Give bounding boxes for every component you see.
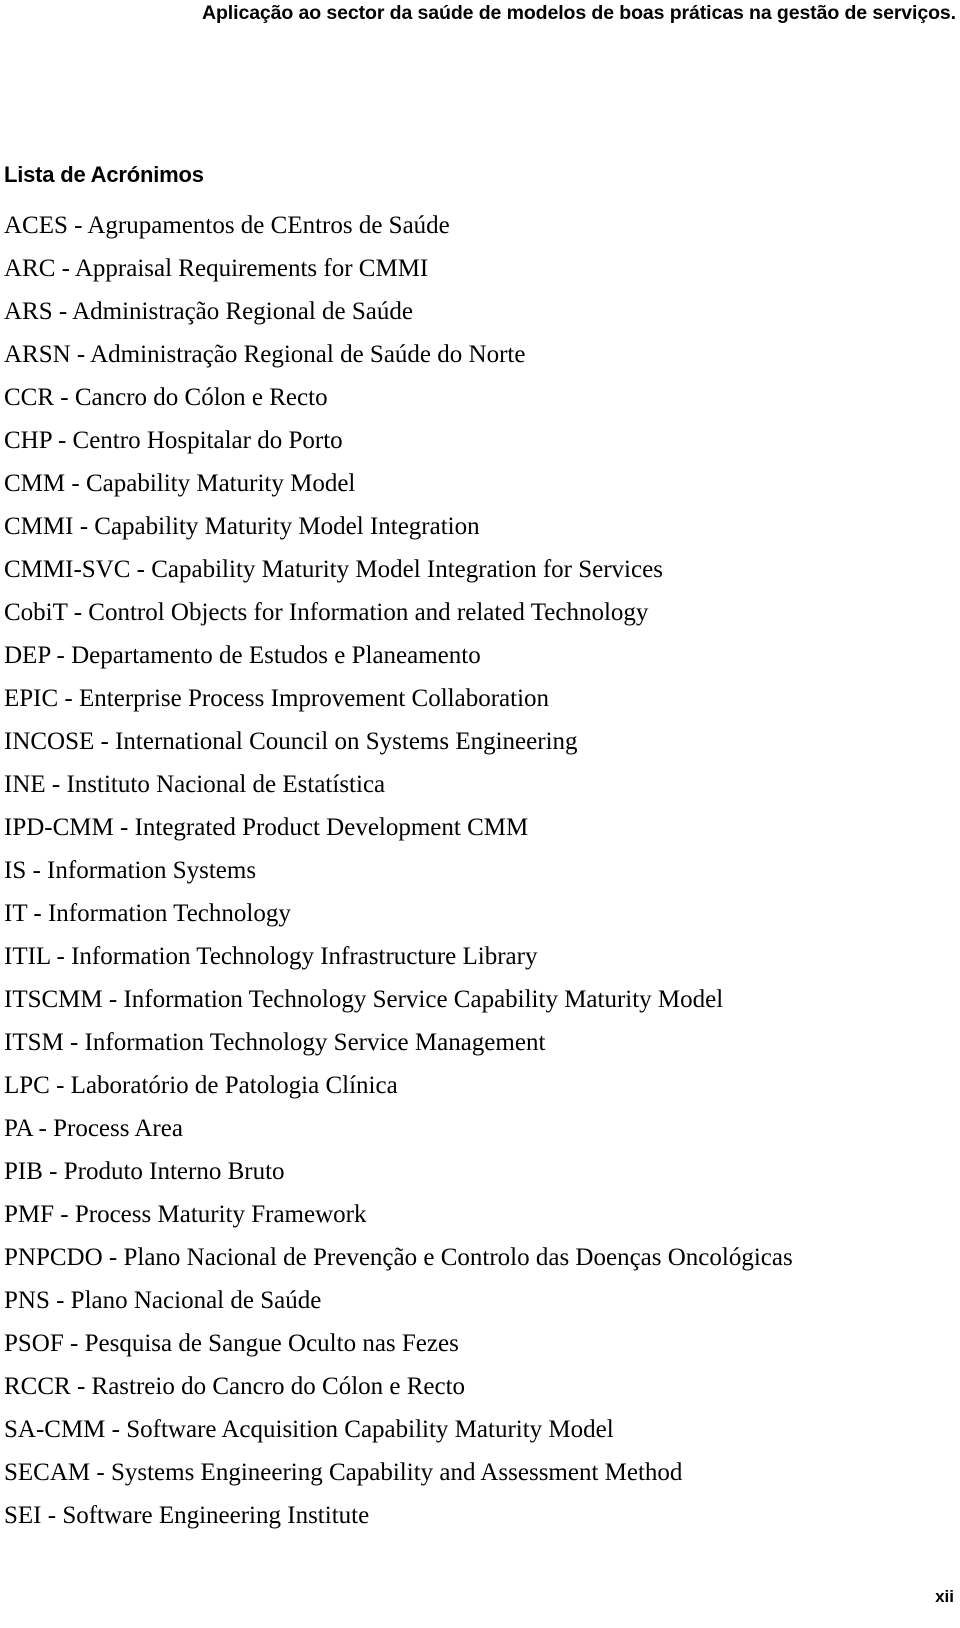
list-item: CCR - Cancro do Cólon e Recto bbox=[4, 384, 328, 411]
page-content: Lista de Acrónimos ACES - Agrupamentos d… bbox=[4, 160, 956, 1537]
list-item: ITSCMM - Information Technology Service … bbox=[4, 986, 724, 1013]
acronym-list: ACES - Agrupamentos de CEntros de Saúde … bbox=[4, 204, 956, 1537]
list-item: RCCR - Rastreio do Cancro do Cólon e Rec… bbox=[4, 1373, 466, 1400]
list-item: CobiT - Control Objects for Information … bbox=[4, 599, 649, 626]
list-item: PSOF - Pesquisa de Sangue Oculto nas Fez… bbox=[4, 1330, 459, 1357]
list-item: PA - Process Area bbox=[4, 1115, 183, 1142]
list-item: ARC - Appraisal Requirements for CMMI bbox=[4, 255, 429, 282]
list-item: SA-CMM - Software Acquisition Capability… bbox=[4, 1416, 614, 1443]
list-item: PNPCDO - Plano Nacional de Prevenção e C… bbox=[4, 1244, 793, 1271]
list-item: CHP - Centro Hospitalar do Porto bbox=[4, 427, 343, 454]
list-item: LPC - Laboratório de Patologia Clínica bbox=[4, 1072, 398, 1099]
list-item: IT - Information Technology bbox=[4, 900, 291, 927]
page-running-header: Aplicação ao sector da saúde de modelos … bbox=[0, 0, 960, 42]
list-item: ITIL - Information Technology Infrastruc… bbox=[4, 943, 538, 970]
list-item: EPIC - Enterprise Process Improvement Co… bbox=[4, 685, 550, 712]
list-item: SEI - Software Engineering Institute bbox=[4, 1502, 370, 1529]
list-item: ITSM - Information Technology Service Ma… bbox=[4, 1029, 546, 1056]
list-item: CMMI - Capability Maturity Model Integra… bbox=[4, 513, 480, 540]
list-item: ARS - Administração Regional de Saúde bbox=[4, 298, 413, 325]
list-item: INE - Instituto Nacional de Estatística bbox=[4, 771, 386, 798]
list-item: DEP - Departamento de Estudos e Planeame… bbox=[4, 642, 481, 669]
list-item: PNS - Plano Nacional de Saúde bbox=[4, 1287, 322, 1314]
page-footer: xii bbox=[0, 1586, 960, 1618]
list-item: CMM - Capability Maturity Model bbox=[4, 470, 356, 497]
list-item: PMF - Process Maturity Framework bbox=[4, 1201, 367, 1228]
list-item: INCOSE - International Council on System… bbox=[4, 728, 578, 755]
page-number: xii bbox=[935, 1587, 954, 1606]
list-item: ACES - Agrupamentos de CEntros de Saúde bbox=[4, 212, 450, 239]
page-title: Lista de Acrónimos bbox=[4, 162, 204, 187]
running-header-title: Aplicação ao sector da saúde de modelos … bbox=[202, 2, 956, 24]
list-item: CMMI-SVC - Capability Maturity Model Int… bbox=[4, 556, 663, 583]
list-item: SECAM - Systems Engineering Capability a… bbox=[4, 1459, 683, 1486]
list-item: IS - Information Systems bbox=[4, 857, 257, 884]
list-item: PIB - Produto Interno Bruto bbox=[4, 1158, 285, 1185]
list-item: ARSN - Administração Regional de Saúde d… bbox=[4, 341, 526, 368]
list-item: IPD-CMM - Integrated Product Development… bbox=[4, 814, 529, 841]
